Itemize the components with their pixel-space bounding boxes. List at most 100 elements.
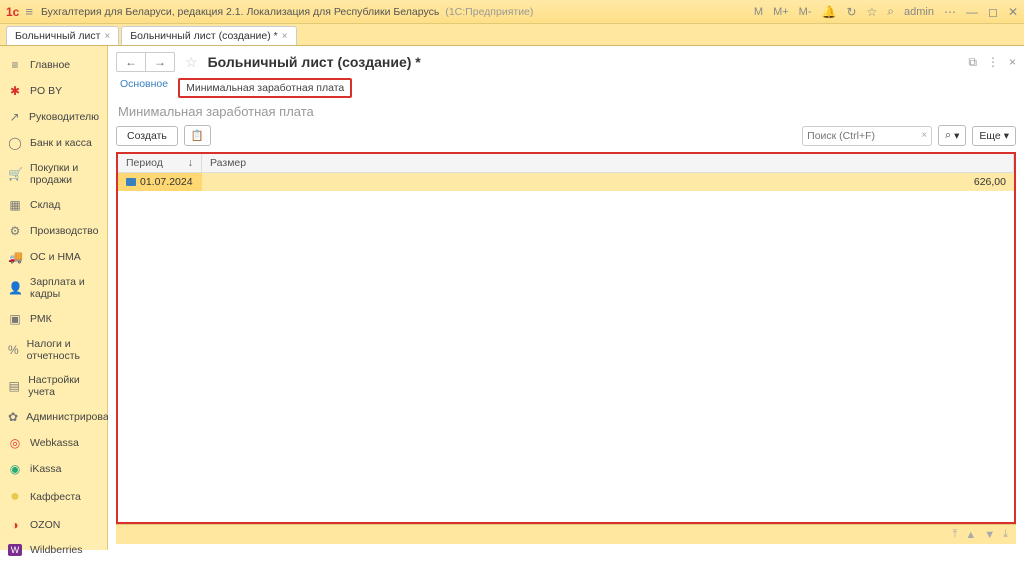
favorite-icon[interactable]: ☆: [185, 54, 198, 71]
sidebar-item-webkassa[interactable]: ◎Webkassa: [0, 430, 107, 456]
sidebar-item-label: OZON: [30, 519, 60, 531]
nav-up-icon[interactable]: ▲: [965, 529, 976, 541]
sidebar-item-taxes[interactable]: % Налоги и отчетность: [0, 332, 107, 368]
ikassa-icon: ◉: [8, 462, 22, 476]
subtab-main[interactable]: Основное: [120, 78, 168, 98]
menu-icon: ≡: [8, 58, 22, 72]
wb-icon: W: [8, 544, 22, 556]
cell-period: 01.07.2024: [118, 173, 202, 191]
search-box[interactable]: ×: [802, 126, 932, 146]
main-area: ← → ☆ Больничный лист (создание) * ⧉ ⋮ ×…: [108, 46, 1024, 550]
grid-icon: ▦: [8, 198, 22, 212]
nav-down-icon[interactable]: ▼: [984, 529, 995, 541]
subtabs: Основное Минимальная заработная плата: [116, 76, 1016, 104]
doc-tab-0[interactable]: Больничный лист ×: [6, 26, 119, 45]
flower-icon: ✿: [8, 410, 18, 424]
col-period-label: Период: [126, 157, 163, 169]
sidebar-item-admin[interactable]: ✿Администрирование: [0, 404, 107, 430]
history-icon[interactable]: ↻: [846, 5, 856, 19]
kebab-icon[interactable]: ⋮: [987, 55, 999, 70]
sidebar-item-main[interactable]: ≡Главное: [0, 52, 107, 78]
memory-m[interactable]: M: [754, 6, 763, 18]
memory-mplus[interactable]: M+: [773, 6, 789, 18]
toolbar: Создать 📋 × ⌕▾ Еще▾: [116, 125, 1016, 152]
star-icon[interactable]: ☆: [867, 5, 878, 19]
sidebar-item-production[interactable]: ⚙ Производство: [0, 218, 107, 244]
app-subtitle: (1С:Предприятие): [445, 6, 533, 18]
sidebar-item-stock[interactable]: ▦ Склад: [0, 192, 107, 218]
copy-button[interactable]: 📋: [184, 125, 211, 146]
back-button[interactable]: ←: [117, 53, 145, 71]
clear-search-icon[interactable]: ×: [921, 130, 927, 141]
section-subtitle: Минимальная заработная плата: [116, 104, 1016, 125]
chart-icon: ↗: [8, 110, 21, 124]
document-tab-row: Больничный лист × Больничный лист (созда…: [0, 24, 1024, 46]
sidebar-item-label: Склад: [30, 199, 60, 211]
user-label[interactable]: admin: [904, 6, 934, 18]
sidebar-item-ozon[interactable]: ◑ OZON: [0, 512, 107, 538]
sidebar-item-label: Настройки учета: [28, 374, 99, 398]
sidebar-item-label: Покупки и продажи: [30, 162, 99, 186]
sidebar-item-label: Руководителю: [29, 111, 99, 123]
sidebar-item-wb[interactable]: W Wildberries: [0, 538, 107, 562]
table-header: Период ↓ Размер: [118, 154, 1014, 173]
doc-tab-1[interactable]: Больничный лист (создание) * ×: [121, 26, 296, 45]
pos-icon: ▣: [8, 312, 22, 326]
doc-tab-label: Больничный лист: [15, 30, 100, 42]
nav-back-forward: ← →: [116, 52, 175, 72]
star-icon: ✱: [8, 84, 22, 98]
sidebar: ≡Главное ✱PO BY ↗ Руководителю ◯Банк и ка…: [0, 46, 108, 550]
more-button[interactable]: Еще▾: [972, 126, 1016, 146]
cell-period-value: 01.07.2024: [140, 176, 193, 188]
sidebar-item-settings[interactable]: ▤Настройки учета: [0, 368, 107, 404]
search-input[interactable]: [807, 130, 907, 142]
page-title: Больничный лист (создание) *: [208, 54, 421, 70]
search-dropdown[interactable]: ⌕▾: [938, 125, 966, 146]
sidebar-item-ikassa[interactable]: ◉iKassa: [0, 456, 107, 482]
ozon-icon: ◑: [8, 518, 22, 532]
settings-icon[interactable]: ⋯: [944, 5, 956, 19]
sidebar-item-label: Каффеста: [30, 491, 81, 503]
bell-icon[interactable]: 🔔: [821, 5, 836, 19]
open-new-window-icon[interactable]: ⧉: [968, 55, 977, 70]
forward-button[interactable]: →: [145, 53, 174, 71]
sidebar-item-label: Wildberries: [30, 544, 83, 556]
hamburger-icon[interactable]: ≡: [25, 4, 33, 19]
sidebar-item-kaffesta[interactable]: ●Каффеста: [0, 482, 107, 512]
sidebar-item-salary[interactable]: 👤Зарплата и кадры: [0, 270, 107, 306]
webkassa-icon: ◎: [8, 436, 22, 450]
create-button[interactable]: Создать: [116, 126, 178, 146]
chevron-down-icon: ▾: [1004, 130, 1009, 142]
memory-mminus[interactable]: M-: [799, 6, 812, 18]
col-size[interactable]: Размер: [202, 154, 1014, 172]
sidebar-item-label: Производство: [30, 225, 98, 237]
sidebar-item-poby[interactable]: ✱PO BY: [0, 78, 107, 104]
sidebar-item-label: ОС и НМА: [30, 251, 81, 263]
nav-first-icon[interactable]: ⤒: [952, 528, 957, 541]
sidebar-item-manager[interactable]: ↗ Руководителю: [0, 104, 107, 130]
close-icon[interactable]: ✕: [1008, 5, 1018, 19]
sort-icon: ↓: [188, 157, 193, 169]
percent-icon: %: [8, 343, 19, 357]
nav-last-icon[interactable]: ⤓: [1003, 528, 1008, 541]
sidebar-item-bank[interactable]: ◯Банк и касса: [0, 130, 107, 156]
col-period[interactable]: Период ↓: [118, 154, 202, 172]
sidebar-item-label: Налоги и отчетность: [27, 338, 99, 362]
minimize-icon[interactable]: —: [966, 5, 978, 19]
sidebar-item-sales[interactable]: 🛒 Покупки и продажи: [0, 156, 107, 192]
table-row[interactable]: 01.07.2024 626,00: [118, 173, 1014, 191]
person-icon: 👤: [8, 281, 22, 295]
maximize-icon[interactable]: ◻: [988, 5, 998, 19]
close-icon[interactable]: ×: [282, 31, 288, 42]
search-icon[interactable]: ⌕: [887, 4, 894, 19]
sidebar-item-rmk[interactable]: ▣РМК: [0, 306, 107, 332]
close-icon[interactable]: ×: [104, 31, 110, 42]
titlebar-right: M M+ M- 🔔 ↻ ☆ ⌕ admin ⋯ — ◻ ✕: [754, 4, 1018, 19]
app-title: Бухгалтерия для Беларуси, редакция 2.1. …: [41, 6, 439, 18]
gear-icon: ⚙: [8, 224, 22, 238]
row-icon: [126, 178, 136, 186]
cart-icon: 🛒: [8, 167, 22, 181]
close-page-icon[interactable]: ×: [1009, 55, 1016, 70]
subtab-minwage[interactable]: Минимальная заработная плата: [178, 78, 352, 98]
sidebar-item-assets[interactable]: 🚚ОС и НМА: [0, 244, 107, 270]
